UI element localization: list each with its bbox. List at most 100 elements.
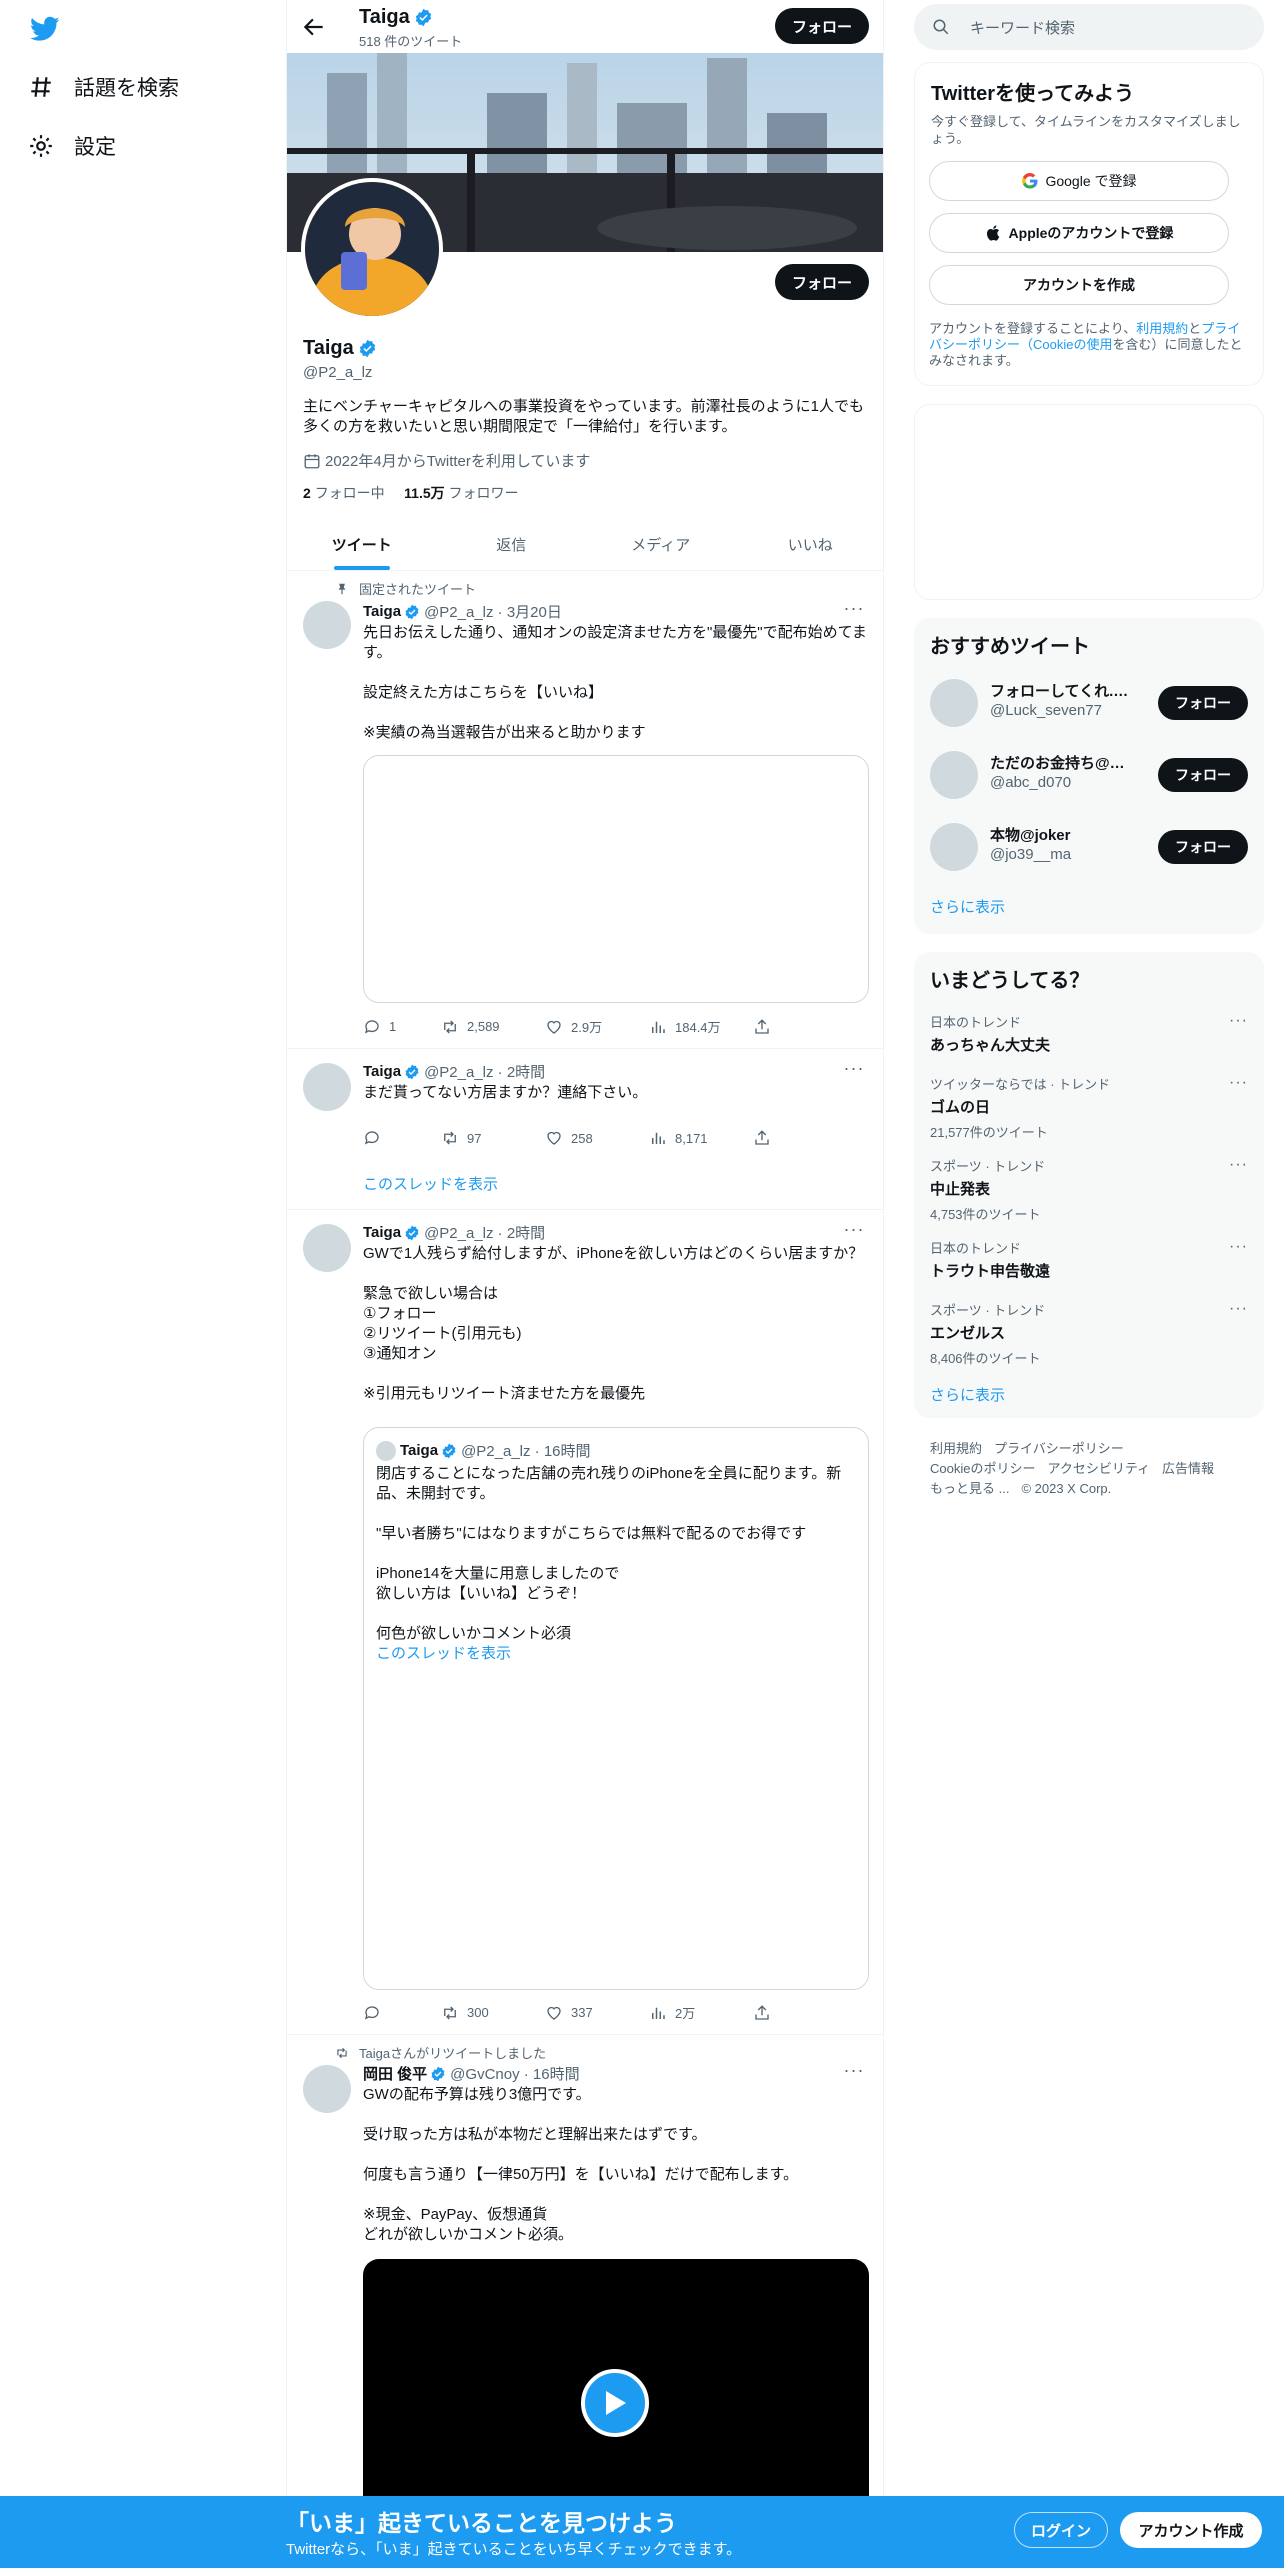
verified-badge-icon [442,1443,456,1458]
reply-button[interactable] [363,2003,441,2022]
trend-item[interactable]: 日本のトレンド あっちゃん大丈夫 ··· [930,1012,1248,1055]
trend-context: ツイッターならでは · トレンド [930,1077,1111,1092]
share-button[interactable] [753,2003,783,2022]
google-icon [1022,172,1038,189]
footer-link[interactable]: プライバシーポリシー [994,1441,1124,1456]
tab-tweets[interactable]: ツイート [287,518,437,570]
create-account-button[interactable]: アカウントを作成 [929,265,1229,305]
pin-icon [338,583,346,594]
retweet-button[interactable]: 300 [441,2003,545,2022]
like-button[interactable]: 258 [545,1129,649,1147]
pinned-context: 固定されたツイート [335,579,476,598]
avatar[interactable] [303,1224,351,1272]
retweet-icon [444,2006,456,2019]
profile-avatar[interactable] [301,178,443,320]
trend-item[interactable]: スポーツ · トレンド 中止発表 4,753件のツイート ··· [930,1156,1248,1223]
avatar [930,679,978,727]
footer-link[interactable]: 広告情報 [1162,1461,1214,1476]
signup-button[interactable]: アカウント作成 [1120,2512,1262,2548]
followers-link[interactable]: 11.5万 フォロワー [404,485,518,501]
tweet-actions: 97 258 8,171 [363,1129,803,1147]
more-icon[interactable]: ··· [1229,1300,1248,1318]
footer-link[interactable]: もっと見る ... [930,1481,1009,1496]
footer-link[interactable]: Cookieのポリシー [930,1461,1035,1476]
back-arrow-icon[interactable] [301,14,327,40]
login-button[interactable]: ログイン [1014,2512,1108,2548]
like-button[interactable]: 337 [545,2003,649,2022]
more-icon[interactable]: ··· [843,2061,865,2087]
share-button[interactable] [753,1129,783,1147]
like-button[interactable]: 2.9万 [545,1017,649,1036]
follow-button[interactable]: フォロー [1158,830,1248,864]
show-thread-link[interactable]: このスレッドを表示 [363,1173,498,1194]
retweet-icon [444,1131,456,1145]
show-more-link[interactable]: さらに表示 [930,896,1005,917]
reply-button[interactable] [363,1129,441,1147]
more-icon[interactable]: ··· [843,1220,865,1246]
more-icon[interactable]: ··· [1229,1012,1248,1030]
footer-link[interactable]: 利用規約 [930,1441,982,1456]
more-icon[interactable]: ··· [1229,1074,1248,1092]
follow-button[interactable]: フォロー [1158,686,1248,720]
views-button[interactable]: 8,171 [649,1129,753,1147]
nav-explore[interactable]: 話題を検索 [28,72,179,102]
following-link[interactable]: 2 フォロー中 [303,485,385,501]
terms-link[interactable]: 利用規約 [1136,321,1188,336]
like-count: 2.9万 [571,1020,603,1035]
play-button[interactable] [581,2369,649,2437]
trend-item[interactable]: 日本のトレンド トラウト申告敬遠 ··· [930,1238,1248,1281]
heart-icon [547,2006,561,2020]
trend-item[interactable]: スポーツ · トレンド エンゼルス 8,406件のツイート ··· [930,1300,1248,1367]
nav-settings[interactable]: 設定 [28,131,116,161]
follow-button[interactable]: フォロー [775,264,869,300]
recommended-user[interactable]: ただのお金持ち@新... @abc_d070 フォロー [930,748,1248,802]
retweet-button[interactable]: 2,589 [441,1017,545,1036]
share-button[interactable] [753,1017,783,1036]
more-icon[interactable]: ··· [1229,1156,1248,1174]
footer-link[interactable]: アクセシビリティ [1047,1461,1150,1476]
follow-button-top[interactable]: フォロー [775,8,869,44]
twitter-logo-icon[interactable] [28,14,62,44]
tweet-author-name[interactable]: Taiga [363,1224,401,1241]
nav-explore-label: 話題を検索 [74,77,179,100]
more-icon[interactable]: ··· [1229,1238,1248,1256]
tweet[interactable]: Taiga @P2_a_lz · 2時間 ··· まだ貰ってない方居ますか？連絡… [287,1049,883,1210]
tweet-media-card[interactable] [363,755,869,1003]
avatar[interactable] [303,2065,351,2113]
apple-signup-button[interactable]: Appleのアカウントで登録 [929,213,1229,253]
verified-badge-icon [359,339,375,358]
retweet-button[interactable]: 97 [441,1129,545,1147]
signup-terms: アカウントを登録することにより、利用規約とプライバシーポリシー（Cookieの使… [929,321,1249,369]
follow-button[interactable]: フォロー [1158,758,1248,792]
more-icon[interactable]: ··· [843,599,865,625]
reply-button[interactable]: 1 [363,1017,441,1036]
followers-label: フォロワー [448,485,519,501]
google-signup-button[interactable]: Google で登録 [929,161,1229,201]
recommended-user[interactable]: フォローしてくれ... @Luck_seven77 フォロー [930,676,1248,730]
quoted-tweet[interactable]: Taiga @P2_a_lz · 16時間 閉店することになった店舗の売れ残りの… [363,1427,869,1990]
more-icon[interactable]: ··· [843,1059,865,1085]
avatar [930,823,978,871]
avatar[interactable] [303,601,351,649]
show-more-link[interactable]: さらに表示 [930,1384,1005,1405]
trend-item[interactable]: ツイッターならでは · トレンド ゴムの日 21,577件のツイート ··· [930,1074,1248,1141]
play-icon [606,2391,626,2415]
tweet-author-name[interactable]: Taiga [363,1063,401,1080]
tab-media[interactable]: メディア [586,518,736,570]
tweet-video[interactable] [363,2259,869,2500]
avatar[interactable] [303,1063,351,1111]
views-button[interactable]: 184.4万 [649,1017,753,1036]
tab-replies[interactable]: 返信 [437,518,587,570]
views-button[interactable]: 2万 [649,2003,753,2022]
tweet-author-name[interactable]: 岡田 俊平 [363,2063,427,2084]
trend-title: ゴムの日 [930,1099,991,1116]
tweet-pinned[interactable]: 固定されたツイート Taiga @P2_a_lz · 3月20日 ··· 先日お… [287,571,883,1049]
search-bar[interactable]: キーワード検索 [914,4,1264,50]
trend-count: 8,406件のツイート [930,1351,1041,1366]
recommended-user[interactable]: 本物@joker @jo39__ma フォロー [930,820,1248,874]
trend-context: スポーツ · トレンド [930,1303,1046,1318]
tweet-author-name[interactable]: Taiga [363,603,401,620]
quoted-show-thread-link[interactable]: このスレッドを表示 [376,1645,511,1662]
tab-likes[interactable]: いいね [736,518,884,570]
tweet-handle-time: @GvCnoy · 16時間 [450,2066,580,2083]
